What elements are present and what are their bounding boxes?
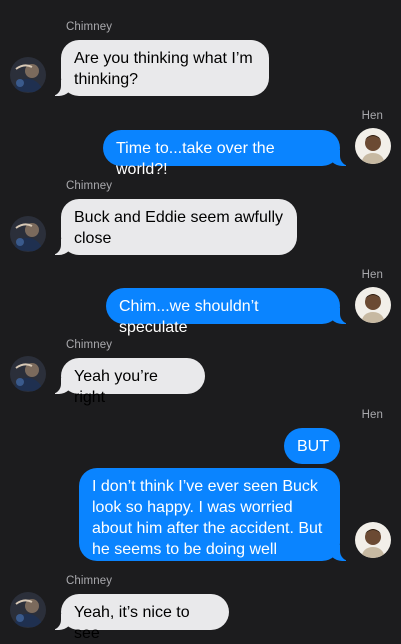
hen-avatar-icon[interactable] [355, 287, 391, 323]
chimney-avatar-icon[interactable] [10, 57, 46, 93]
message-bubble-incoming[interactable]: Buck and Eddie seem awfully close [49, 199, 297, 255]
chimney-avatar-icon[interactable] [10, 216, 46, 252]
message-bubble-outgoing[interactable]: I don’t think I’ve ever seen Buck look s… [79, 468, 352, 561]
sender-name: Chimney [66, 180, 113, 192]
chimney-avatar-icon[interactable] [10, 592, 46, 628]
message-text: Yeah, it’s nice to see [74, 604, 190, 642]
message-bubble-incoming[interactable]: Are you thinking what I’m thinking? [49, 40, 269, 96]
sender-name: Chimney [66, 575, 113, 587]
message-text: BUT [297, 438, 329, 455]
message-text: Time to...take over the world?! [116, 140, 275, 178]
hen-avatar-icon[interactable] [355, 522, 391, 558]
message-bubble-outgoing[interactable]: Chim...we shouldn’t speculate [106, 288, 352, 336]
sender-name: Chimney [66, 21, 113, 33]
message-text: Are you thinking what I’m thinking? [74, 50, 253, 88]
chimney-avatar-icon[interactable] [10, 356, 46, 392]
message-text: Buck and Eddie seem awfully close [74, 209, 283, 247]
message-bubble-outgoing[interactable]: BUT [284, 428, 340, 464]
sender-name: Hen [361, 409, 383, 421]
sender-name: Hen [361, 269, 383, 281]
sender-name: Hen [361, 110, 383, 122]
message-text: Yeah you’re right [74, 368, 158, 406]
hen-avatar-icon[interactable] [355, 128, 391, 164]
message-bubble-incoming[interactable]: Yeah you’re right [49, 358, 205, 406]
message-bubble-outgoing[interactable]: Time to...take over the world?! [103, 130, 352, 178]
message-thread: Chimney Are you thinking what I’m thinki… [0, 0, 401, 642]
message-text: I don’t think I’ve ever seen Buck look s… [92, 478, 323, 558]
message-text: Chim...we shouldn’t speculate [119, 298, 259, 336]
sender-name: Chimney [66, 339, 113, 351]
message-bubble-incoming[interactable]: Yeah, it’s nice to see [49, 594, 229, 642]
